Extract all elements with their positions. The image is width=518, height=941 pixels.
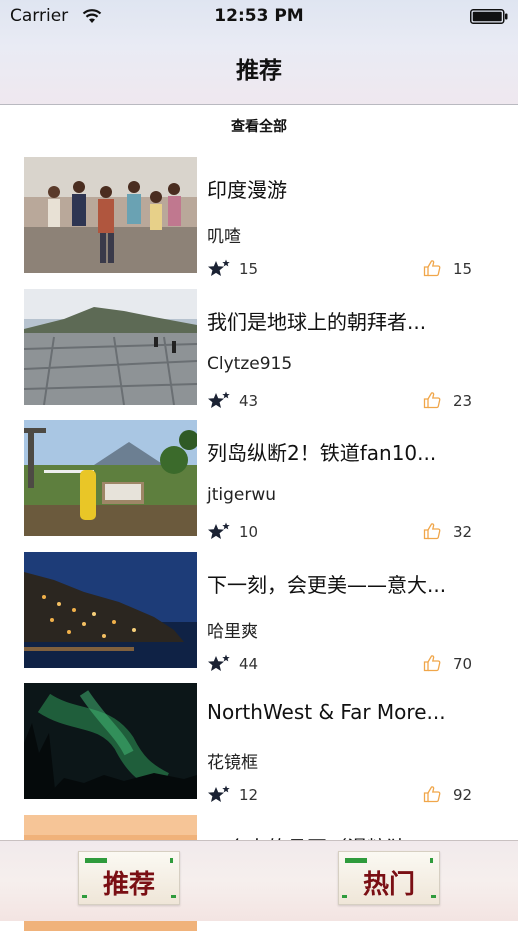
page-title: 推荐 (236, 58, 282, 84)
like-count: 92 (453, 786, 473, 804)
star-icon (208, 785, 230, 802)
tab-popular[interactable]: 热门 (338, 851, 440, 905)
thumbs-up-icon[interactable] (423, 654, 441, 672)
like-count: 23 (453, 392, 473, 410)
tab-recommended[interactable]: 推荐 (78, 851, 180, 905)
like-count: 15 (453, 260, 473, 278)
item-title: NorthWest & Far More... (207, 700, 446, 724)
cover-image (24, 552, 197, 668)
item-author: 哈里爽 (207, 622, 258, 642)
battery-icon (470, 9, 508, 24)
clock: 12:53 PM (214, 6, 304, 26)
cover-image (24, 683, 197, 799)
thumbs-up-icon[interactable] (423, 522, 441, 540)
favorite-count: 10 (239, 523, 259, 541)
list-item[interactable]: 印度漫游 叽喳 15 15 (0, 152, 518, 283)
see-all-link[interactable]: 查看全部 (0, 116, 518, 136)
list-item[interactable]: NorthWest & Far More... 花镜框 12 92 (0, 678, 518, 809)
cover-image (24, 157, 197, 273)
favorite-count: 12 (239, 786, 259, 804)
tab-label: 推荐 (102, 870, 155, 900)
item-title: 列岛纵断2！铁道fan10... (207, 441, 437, 465)
thumbs-up-icon[interactable] (423, 259, 441, 277)
like-count: 32 (453, 523, 473, 541)
item-author: 叽喳 (207, 227, 241, 247)
tab-label: 热门 (362, 870, 415, 900)
item-author: jtigerwu (207, 485, 277, 505)
item-author: Clytze915 (207, 354, 293, 374)
list-item[interactable]: 下一刻，会更美——意大... 哈里爽 44 70 (0, 547, 518, 678)
list-item[interactable]: 列岛纵断2！铁道fan10... jtigerwu 10 32 (0, 415, 518, 546)
status-bar: Carrier 12:53 PM (0, 0, 518, 34)
thumbs-up-icon[interactable] (423, 391, 441, 409)
item-title: 下一刻，会更美——意大... (207, 573, 447, 597)
favorite-count: 44 (239, 655, 259, 673)
tab-bar: 推荐 热门 (0, 840, 518, 921)
favorite-count: 15 (239, 260, 259, 278)
star-icon (208, 259, 230, 276)
star-icon (208, 654, 230, 671)
star-icon (208, 522, 230, 539)
favorite-count: 43 (239, 392, 259, 410)
star-icon (208, 391, 230, 408)
item-title: 印度漫游 (207, 178, 287, 202)
list-item[interactable]: 我们是地球上的朝拜者... Clytze915 43 23 (0, 284, 518, 415)
thumbs-up-icon[interactable] (423, 785, 441, 803)
item-title: 我们是地球上的朝拜者... (207, 310, 427, 334)
cover-image (24, 289, 197, 405)
item-author: 花镜框 (207, 753, 258, 773)
like-count: 70 (453, 655, 473, 673)
cover-image (24, 420, 197, 536)
navigation-bar: Carrier 12:53 PM 推荐 (0, 0, 518, 105)
